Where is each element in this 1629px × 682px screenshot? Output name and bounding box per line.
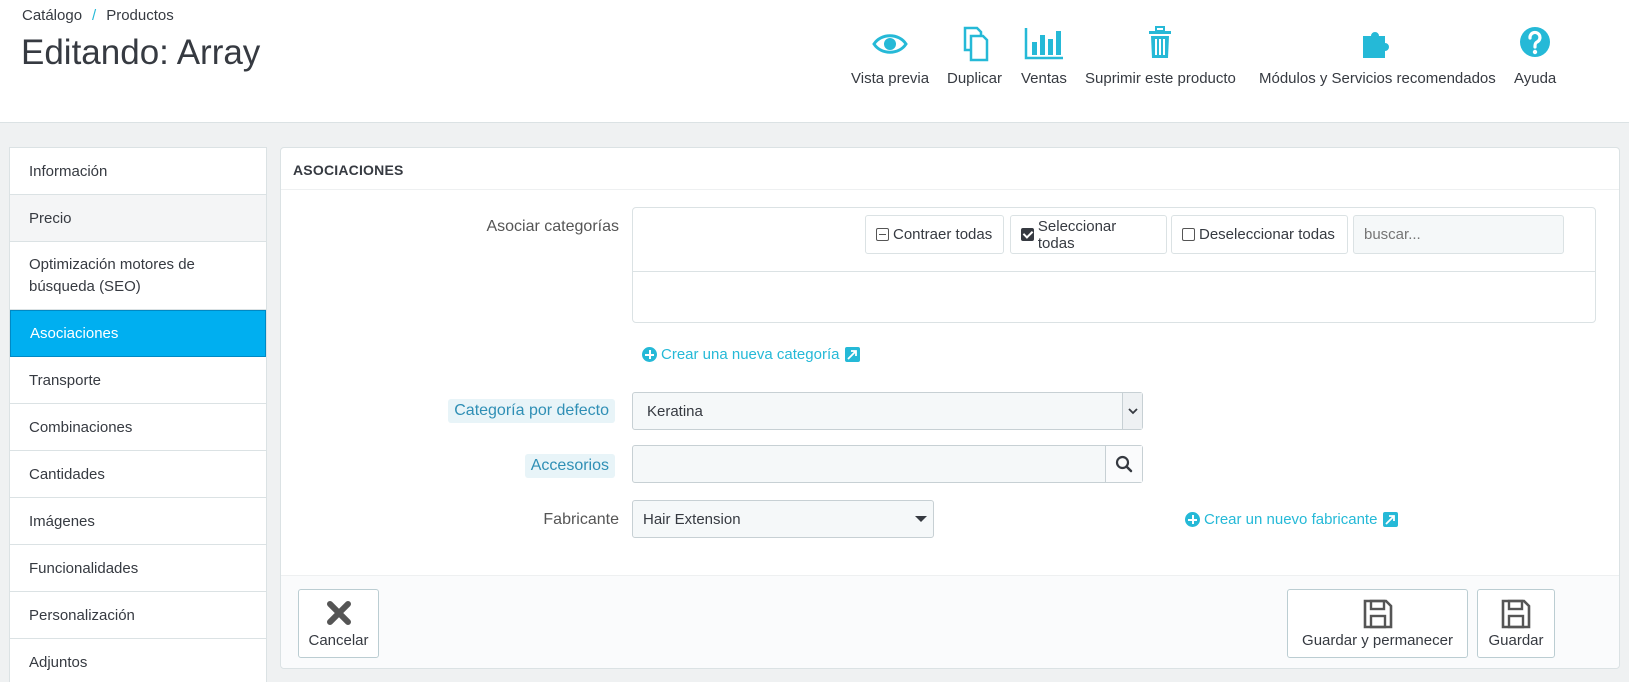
manufacturer-select[interactable]: Hair Extension — [632, 500, 934, 538]
trash-icon — [1085, 24, 1236, 64]
save-icon — [1288, 598, 1467, 632]
collapse-all-label: Contraer todas — [893, 226, 993, 243]
breadcrumb-products[interactable]: Productos — [106, 7, 174, 24]
external-link-icon — [845, 347, 861, 362]
manufacturer-label: Fabricante — [543, 511, 619, 528]
checkbox-checked-icon — [1021, 228, 1034, 241]
save-and-stay-button[interactable]: Guardar y permanecer — [1287, 589, 1468, 658]
category-tree: Contraer todas Seleccionar todas Deselec… — [632, 207, 1596, 323]
preview-label: Vista previa — [851, 70, 930, 87]
copy-icon — [947, 24, 1002, 64]
duplicate-button[interactable]: Duplicar — [947, 24, 1002, 87]
breadcrumb: Catálogo / Productos — [22, 7, 174, 24]
plus-circle-icon — [642, 347, 657, 362]
help-button[interactable]: Ayuda — [1514, 24, 1556, 87]
panel-footer: Cancelar Guardar y permanecer Guardar — [281, 575, 1619, 668]
save-icon — [1478, 598, 1554, 632]
breadcrumb-catalog[interactable]: Catálogo — [22, 7, 82, 24]
default-category-value: Keratina — [647, 402, 703, 420]
sidebar-item-combinaciones[interactable]: Combinaciones — [10, 404, 266, 451]
create-category-link[interactable]: Crear una nueva categoría — [642, 346, 861, 363]
checkbox-empty-icon — [1182, 228, 1195, 241]
cancel-button[interactable]: Cancelar — [298, 589, 379, 658]
sidebar-item-transporte[interactable]: Transporte — [10, 357, 266, 404]
delete-product-button[interactable]: Suprimir este producto — [1085, 24, 1236, 87]
sidebar-item-personalizacion[interactable]: Personalización — [10, 592, 266, 639]
category-search-input[interactable] — [1353, 215, 1564, 254]
sales-button[interactable]: Ventas — [1021, 24, 1067, 87]
product-tabs-sidebar: Información Precio Optimización motores … — [9, 147, 267, 682]
sidebar-item-funcionalidades[interactable]: Funcionalidades — [10, 545, 266, 592]
chevron-down-icon — [1122, 393, 1142, 429]
delete-label: Suprimir este producto — [1085, 70, 1236, 87]
deselect-all-label: Deseleccionar todas — [1199, 226, 1335, 243]
accessories-input-group — [632, 445, 1143, 483]
page-title: Editando: Array — [21, 33, 261, 72]
breadcrumb-separator: / — [92, 7, 97, 24]
accessories-label: Accesorios — [524, 454, 615, 478]
bar-chart-icon — [1021, 24, 1067, 64]
collapse-icon — [876, 228, 889, 241]
puzzle-icon — [1259, 24, 1496, 64]
sidebar-item-asociaciones[interactable]: Asociaciones — [10, 310, 266, 357]
search-icon[interactable] — [1105, 446, 1142, 482]
manufacturer-value: Hair Extension — [643, 510, 741, 528]
sidebar-item-precio[interactable]: Precio — [10, 195, 266, 242]
create-manufacturer-label: Crear un nuevo fabricante — [1204, 511, 1378, 528]
help-label: Ayuda — [1514, 70, 1557, 87]
deselect-all-button[interactable]: Deseleccionar todas — [1171, 215, 1348, 254]
duplicate-label: Duplicar — [947, 70, 1003, 87]
sidebar-item-imagenes[interactable]: Imágenes — [10, 498, 266, 545]
cancel-label: Cancelar — [308, 632, 369, 649]
save-label: Guardar — [1488, 632, 1544, 649]
plus-circle-icon — [1185, 512, 1200, 527]
sidebar-item-cantidades[interactable]: Cantidades — [10, 451, 266, 498]
associate-categories-label: Asociar categorías — [486, 218, 619, 235]
save-and-stay-label: Guardar y permanecer — [1302, 632, 1453, 649]
associations-panel: ASOCIACIONES Asociar categorías Contraer… — [280, 147, 1620, 669]
sidebar-item-informacion[interactable]: Información — [10, 148, 266, 195]
modules-label: Módulos y Servicios recomendados — [1259, 70, 1496, 87]
collapse-all-button[interactable]: Contraer todas — [865, 215, 1004, 254]
preview-button[interactable]: Vista previa — [851, 24, 929, 87]
external-link-icon — [1383, 512, 1399, 527]
caret-down-icon — [915, 516, 927, 522]
create-manufacturer-link[interactable]: Crear un nuevo fabricante — [1185, 511, 1399, 528]
question-circle-icon — [1514, 24, 1556, 64]
sales-label: Ventas — [1021, 70, 1067, 87]
save-button[interactable]: Guardar — [1477, 589, 1555, 658]
panel-heading: ASOCIACIONES — [281, 148, 1619, 190]
eye-icon — [851, 24, 929, 64]
category-tree-toolbar: Contraer todas Seleccionar todas Deselec… — [633, 208, 1595, 272]
page-header: Catálogo / Productos Editando: Array Vista… — [0, 0, 1629, 123]
default-category-select[interactable]: Keratina — [632, 392, 1143, 430]
select-all-label: Seleccionar todas — [1037, 217, 1117, 252]
recommended-modules-button[interactable]: Módulos y Servicios recomendados — [1259, 24, 1496, 87]
sidebar-item-adjuntos[interactable]: Adjuntos — [10, 639, 266, 682]
default-category-label: Categoría por defecto — [448, 399, 615, 423]
close-icon — [299, 598, 378, 632]
accessories-input[interactable] — [633, 446, 1105, 482]
select-all-button[interactable]: Seleccionar todas — [1010, 215, 1167, 254]
sidebar-item-seo[interactable]: Optimización motores de búsqueda (SEO) — [10, 242, 266, 310]
create-category-label: Crear una nueva categoría — [661, 346, 840, 363]
